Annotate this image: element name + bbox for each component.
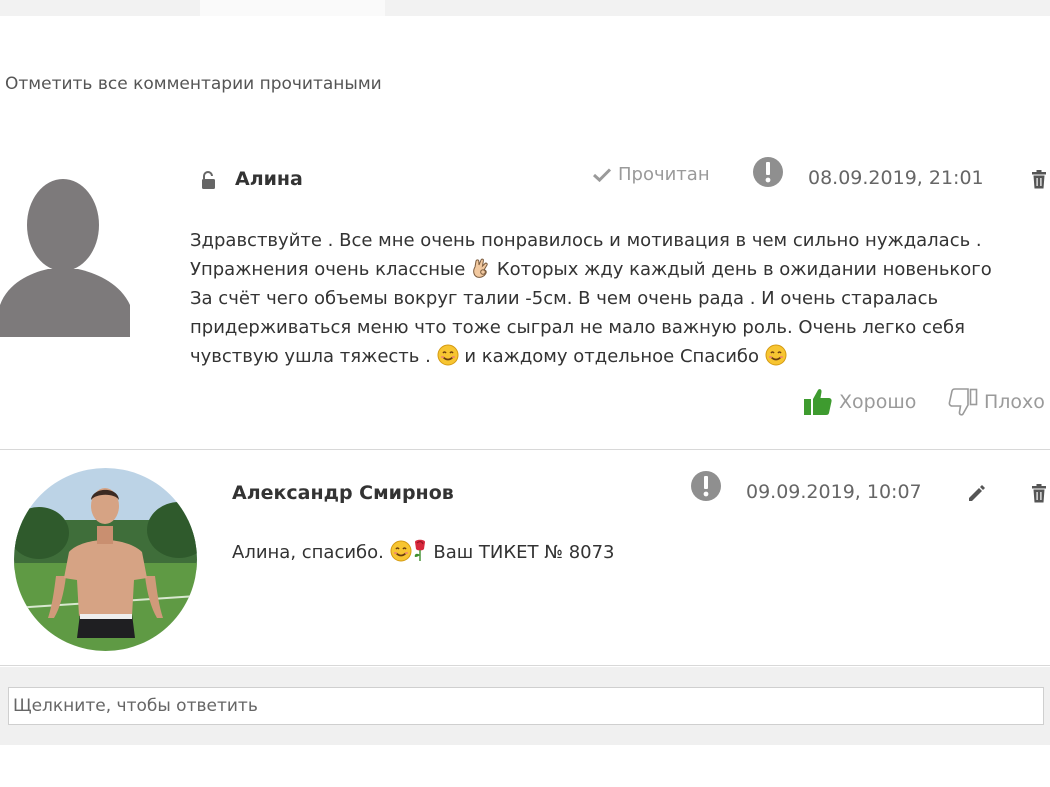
vote-good-button[interactable]: Хорошо [803,388,916,416]
comment-line: Здравствуйте . Все мне очень понравилось… [190,230,982,251]
comment-text: чувствую ушла тяжесть . [190,346,431,367]
thumbs-up-icon [804,389,832,415]
unlock-icon[interactable] [200,170,218,190]
comment-divider [0,449,1050,450]
top-tab-strip [0,0,1050,16]
vote-bad-label: Плохо [984,391,1045,413]
comment-line: придерживаться меню что тоже сыграл не м… [190,317,965,338]
comment-author: Алина [235,168,303,190]
comment-line: За счёт чего объемы вокруг талии -5см. В… [190,288,939,309]
comment-divider [0,665,1050,666]
comment-timestamp: 08.09.2019, 21:01 [808,167,984,189]
trash-icon[interactable] [1031,170,1047,189]
check-icon [592,167,612,182]
rose-emoji [414,539,425,561]
alert-icon[interactable] [752,156,784,188]
comment-line: Упражнения очень классные Которых жду ка… [190,255,1050,284]
thumbs-down-icon [948,388,978,416]
smile-emoji [765,344,787,366]
vote-good-label: Хорошо [839,391,917,413]
alert-icon[interactable] [690,470,722,502]
ok-hand-emoji [473,258,488,278]
comment-text: Ваш ТИКЕТ № 8073 [433,542,615,563]
smile-emoji [390,540,412,562]
comment-text: и каждому отдельное Спасибо [464,346,760,367]
user-avatar [14,468,197,651]
read-status[interactable]: Прочитан [592,164,710,185]
comment-timestamp: 09.09.2019, 10:07 [746,481,922,503]
pencil-icon[interactable] [966,483,986,503]
comment-text: Алина, спасибо. [232,542,384,563]
read-status-label: Прочитан [618,164,710,185]
smile-emoji [437,344,459,366]
vote-bad-button[interactable]: Плохо [948,388,1045,416]
default-avatar-icon [0,179,130,337]
trash-icon[interactable] [1031,484,1047,503]
comment-author: Александр Смирнов [232,482,454,504]
top-tab[interactable] [200,0,385,16]
reply-input[interactable] [8,687,1044,725]
comment-text: Которых жду каждый день в ожидании новен… [496,259,992,280]
mark-all-read-link[interactable]: Отметить все комментарии прочитаными [5,74,382,94]
comment-text: Упражнения очень классные [190,259,466,280]
comment-line: чувствую ушла тяжесть . и каждому отдель… [190,342,1050,371]
comment-body: Здравствуйте . Все мне очень понравилось… [190,226,1050,371]
comment-body: Алина, спасибо. Ваш ТИКЕТ № 8073 [232,538,615,563]
